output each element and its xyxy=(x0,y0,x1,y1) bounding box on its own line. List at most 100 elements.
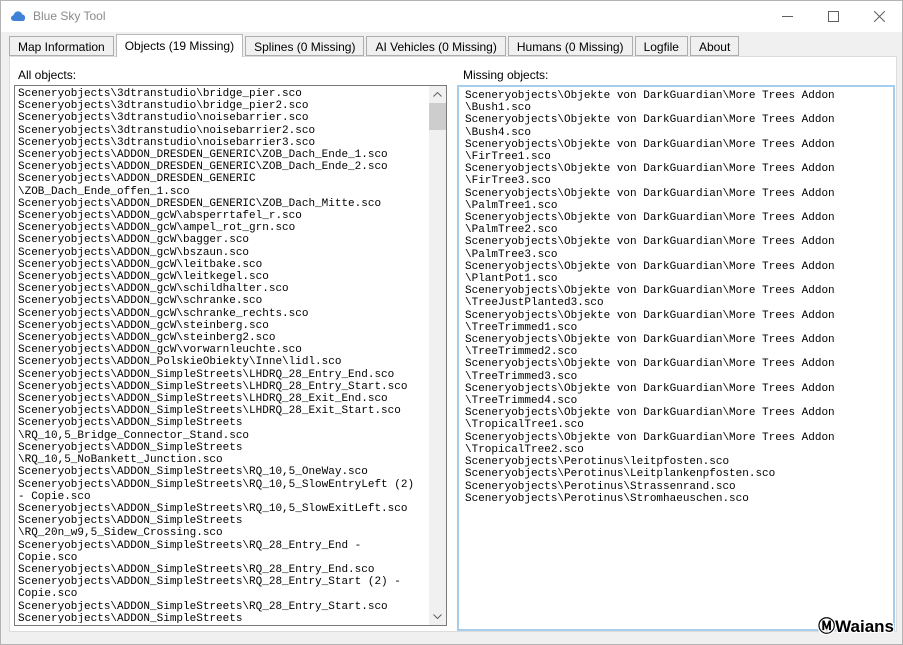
missing-path-line: \TreeTrimmed3.sco xyxy=(465,371,887,383)
missing-path-line: \TreeTrimmed4.sco xyxy=(465,395,887,407)
object-path-line[interactable]: Sceneryobjects\ADDON_DRESDEN_GENERIC\ZOB… xyxy=(18,161,425,173)
missing-path-line: Sceneryobjects\Objekte von DarkGuardian\… xyxy=(465,188,887,200)
tab-strip: Map Information Objects (19 Missing) Spl… xyxy=(9,34,741,57)
missing-path-line: \PlantPot1.sco xyxy=(465,273,887,285)
object-path-line[interactable]: Sceneryobjects\ADDON_SimpleStreets xyxy=(18,613,425,623)
object-path-line[interactable]: Sceneryobjects\ADDON_SimpleStreets\RQ_10… xyxy=(18,466,425,478)
object-path-line[interactable]: Sceneryobjects\3dtranstudio\bridge_pier.… xyxy=(18,88,425,100)
object-path-line[interactable]: Sceneryobjects\ADDON_gcW\vorwarnleuchte.… xyxy=(18,344,425,356)
object-path-line[interactable]: Sceneryobjects\ADDON_DRESDEN_GENERIC\ZOB… xyxy=(18,198,425,210)
missing-objects-textbox[interactable]: Sceneryobjects\Objekte von DarkGuardian\… xyxy=(457,85,895,631)
object-path-line[interactable]: Sceneryobjects\3dtranstudio\noisebarrier… xyxy=(18,137,425,149)
all-objects-label: All objects: xyxy=(18,68,76,82)
object-path-line[interactable]: Sceneryobjects\ADDON_gcW\bszaun.sco xyxy=(18,247,425,259)
object-path-line[interactable]: Sceneryobjects\ADDON_SimpleStreets xyxy=(18,417,425,429)
missing-path-line: Sceneryobjects\Objekte von DarkGuardian\… xyxy=(465,163,887,175)
missing-path-line: \Bush4.sco xyxy=(465,127,887,139)
object-path-line[interactable]: \ZOB_Dach_Ende_offen_1.sco xyxy=(18,186,425,198)
object-path-line[interactable]: \RQ_10,5_NoBankett_Junction.sco xyxy=(18,454,425,466)
object-path-line[interactable]: Sceneryobjects\ADDON_gcW\schildhalter.sc… xyxy=(18,283,425,295)
scrollbar-thumb[interactable] xyxy=(429,103,446,130)
object-path-line[interactable]: Sceneryobjects\ADDON_SimpleStreets\LHDRQ… xyxy=(18,405,425,417)
chevron-up-icon xyxy=(433,92,442,97)
title-bar[interactable]: Blue Sky Tool xyxy=(1,1,902,32)
object-path-line[interactable]: Sceneryobjects\ADDON_DRESDEN_GENERIC\ZOB… xyxy=(18,149,425,161)
missing-path-line: \PalmTree1.sco xyxy=(465,200,887,212)
object-path-line[interactable]: Sceneryobjects\ADDON_SimpleStreets\RQ_28… xyxy=(18,601,425,613)
object-path-line[interactable]: Sceneryobjects\ADDON_gcW\ampel_rot_grn.s… xyxy=(18,222,425,234)
object-path-line[interactable]: Sceneryobjects\ADDON_gcW\steinberg2.sco xyxy=(18,332,425,344)
object-path-line[interactable]: \RQ_20n_w9,5_Sidew_Crossing.sco xyxy=(18,527,425,539)
object-path-line[interactable]: Sceneryobjects\ADDON_gcW\bagger.sco xyxy=(18,234,425,246)
minimize-button[interactable] xyxy=(764,1,810,31)
object-path-line[interactable]: Sceneryobjects\ADDON_gcW\schranke.sco xyxy=(18,295,425,307)
missing-path-line: Sceneryobjects\Objekte von DarkGuardian\… xyxy=(465,407,887,419)
window-title: Blue Sky Tool xyxy=(33,9,106,23)
object-path-line[interactable]: Sceneryobjects\ADDON_SimpleStreets\RQ_10… xyxy=(18,503,425,515)
object-path-line[interactable]: Sceneryobjects\ADDON_PolskieObiekty\Inne… xyxy=(18,356,425,368)
object-path-line[interactable]: Sceneryobjects\ADDON_gcW\leitkegel.sco xyxy=(18,271,425,283)
missing-path-line: \TreeTrimmed2.sco xyxy=(465,346,887,358)
object-path-line[interactable]: Sceneryobjects\ADDON_DRESDEN_GENERIC xyxy=(18,173,425,185)
missing-path-line: \PalmTree3.sco xyxy=(465,249,887,261)
tab-ai-vehicles[interactable]: AI Vehicles (0 Missing) xyxy=(366,36,505,56)
object-path-line[interactable]: Copie.sco xyxy=(18,588,425,600)
missing-path-line: Sceneryobjects\Perotinus\Leitplankenpfos… xyxy=(465,468,887,480)
missing-path-line: Sceneryobjects\Objekte von DarkGuardian\… xyxy=(465,139,887,151)
missing-path-line: Sceneryobjects\Perotinus\leitpfosten.sco xyxy=(465,456,887,468)
vertical-scrollbar[interactable] xyxy=(429,86,446,625)
object-path-line[interactable]: Sceneryobjects\ADDON_SimpleStreets\LHDRQ… xyxy=(18,393,425,405)
missing-path-line: \PalmTree2.sco xyxy=(465,224,887,236)
object-path-line[interactable]: Sceneryobjects\ADDON_SimpleStreets\LHDRQ… xyxy=(18,369,425,381)
tab-logfile[interactable]: Logfile xyxy=(635,36,688,56)
missing-path-line: Sceneryobjects\Objekte von DarkGuardian\… xyxy=(465,114,887,126)
all-objects-listbox[interactable]: Sceneryobjects\3dtranstudio\bridge_pier.… xyxy=(14,85,447,626)
missing-path-line: Sceneryobjects\Perotinus\Strassenrand.sc… xyxy=(465,481,887,493)
missing-path-line: Sceneryobjects\Objekte von DarkGuardian\… xyxy=(465,261,887,273)
missing-path-line: Sceneryobjects\Objekte von DarkGuardian\… xyxy=(465,432,887,444)
object-path-line[interactable]: Sceneryobjects\3dtranstudio\noisebarrier… xyxy=(18,125,425,137)
maximize-button[interactable] xyxy=(810,1,856,31)
object-path-line[interactable]: Sceneryobjects\ADDON_SimpleStreets xyxy=(18,515,425,527)
tab-splines[interactable]: Splines (0 Missing) xyxy=(245,36,364,56)
missing-path-line: \FirTree3.sco xyxy=(465,175,887,187)
missing-path-line: Sceneryobjects\Objekte von DarkGuardian\… xyxy=(465,383,887,395)
missing-path-line: \TropicalTree2.sco xyxy=(465,444,887,456)
minimize-icon xyxy=(782,11,793,22)
object-path-line[interactable]: Sceneryobjects\ADDON_gcW\schranke_rechts… xyxy=(18,308,425,320)
missing-path-line: \TreeJustPlanted3.sco xyxy=(465,297,887,309)
tab-about[interactable]: About xyxy=(690,36,739,56)
object-path-line[interactable]: \RQ_10,5_Bridge_Connector_Stand.sco xyxy=(18,430,425,442)
object-path-line[interactable]: Sceneryobjects\ADDON_gcW\leitbake.sco xyxy=(18,259,425,271)
scroll-down-button[interactable] xyxy=(429,608,446,625)
app-window: Blue Sky Tool Map Information Objects (1… xyxy=(0,0,903,645)
missing-path-line: Sceneryobjects\Objekte von DarkGuardian\… xyxy=(465,334,887,346)
missing-path-line: \FirTree1.sco xyxy=(465,151,887,163)
object-path-line[interactable]: Sceneryobjects\3dtranstudio\noisebarrier… xyxy=(18,112,425,124)
tab-humans[interactable]: Humans (0 Missing) xyxy=(508,36,633,56)
tab-map-information[interactable]: Map Information xyxy=(9,36,114,56)
missing-path-line: Sceneryobjects\Objekte von DarkGuardian\… xyxy=(465,90,887,102)
missing-path-line: Sceneryobjects\Objekte von DarkGuardian\… xyxy=(465,236,887,248)
object-path-line[interactable]: Sceneryobjects\ADDON_SimpleStreets\RQ_28… xyxy=(18,564,425,576)
object-path-line[interactable]: Sceneryobjects\3dtranstudio\bridge_pier2… xyxy=(18,100,425,112)
object-path-line[interactable]: Sceneryobjects\ADDON_gcW\absperrtafel_r.… xyxy=(18,210,425,222)
all-objects-lines: Sceneryobjects\3dtranstudio\bridge_pier.… xyxy=(18,88,425,623)
object-path-line[interactable]: Sceneryobjects\ADDON_SimpleStreets\RQ_10… xyxy=(18,479,425,491)
missing-objects-label: Missing objects: xyxy=(463,68,548,82)
object-path-line[interactable]: Sceneryobjects\ADDON_SimpleStreets\RQ_28… xyxy=(18,540,425,552)
close-button[interactable] xyxy=(856,1,902,31)
tab-objects[interactable]: Objects (19 Missing) xyxy=(116,34,243,57)
missing-path-line: Sceneryobjects\Objekte von DarkGuardian\… xyxy=(465,285,887,297)
object-path-line[interactable]: Sceneryobjects\ADDON_SimpleStreets\RQ_28… xyxy=(18,576,425,588)
watermark: ⓂWaians xyxy=(818,612,894,637)
maximize-icon xyxy=(828,11,839,22)
object-path-line[interactable]: Sceneryobjects\ADDON_gcW\steinberg.sco xyxy=(18,320,425,332)
scroll-up-button[interactable] xyxy=(429,86,446,103)
missing-path-line: Sceneryobjects\Objekte von DarkGuardian\… xyxy=(465,212,887,224)
object-path-line[interactable]: Sceneryobjects\ADDON_SimpleStreets xyxy=(18,442,425,454)
missing-path-line: \TropicalTree1.sco xyxy=(465,419,887,431)
object-path-line[interactable]: Sceneryobjects\ADDON_SimpleStreets\LHDRQ… xyxy=(18,381,425,393)
object-path-line[interactable]: - Copie.sco xyxy=(18,491,425,503)
object-path-line[interactable]: Copie.sco xyxy=(18,552,425,564)
